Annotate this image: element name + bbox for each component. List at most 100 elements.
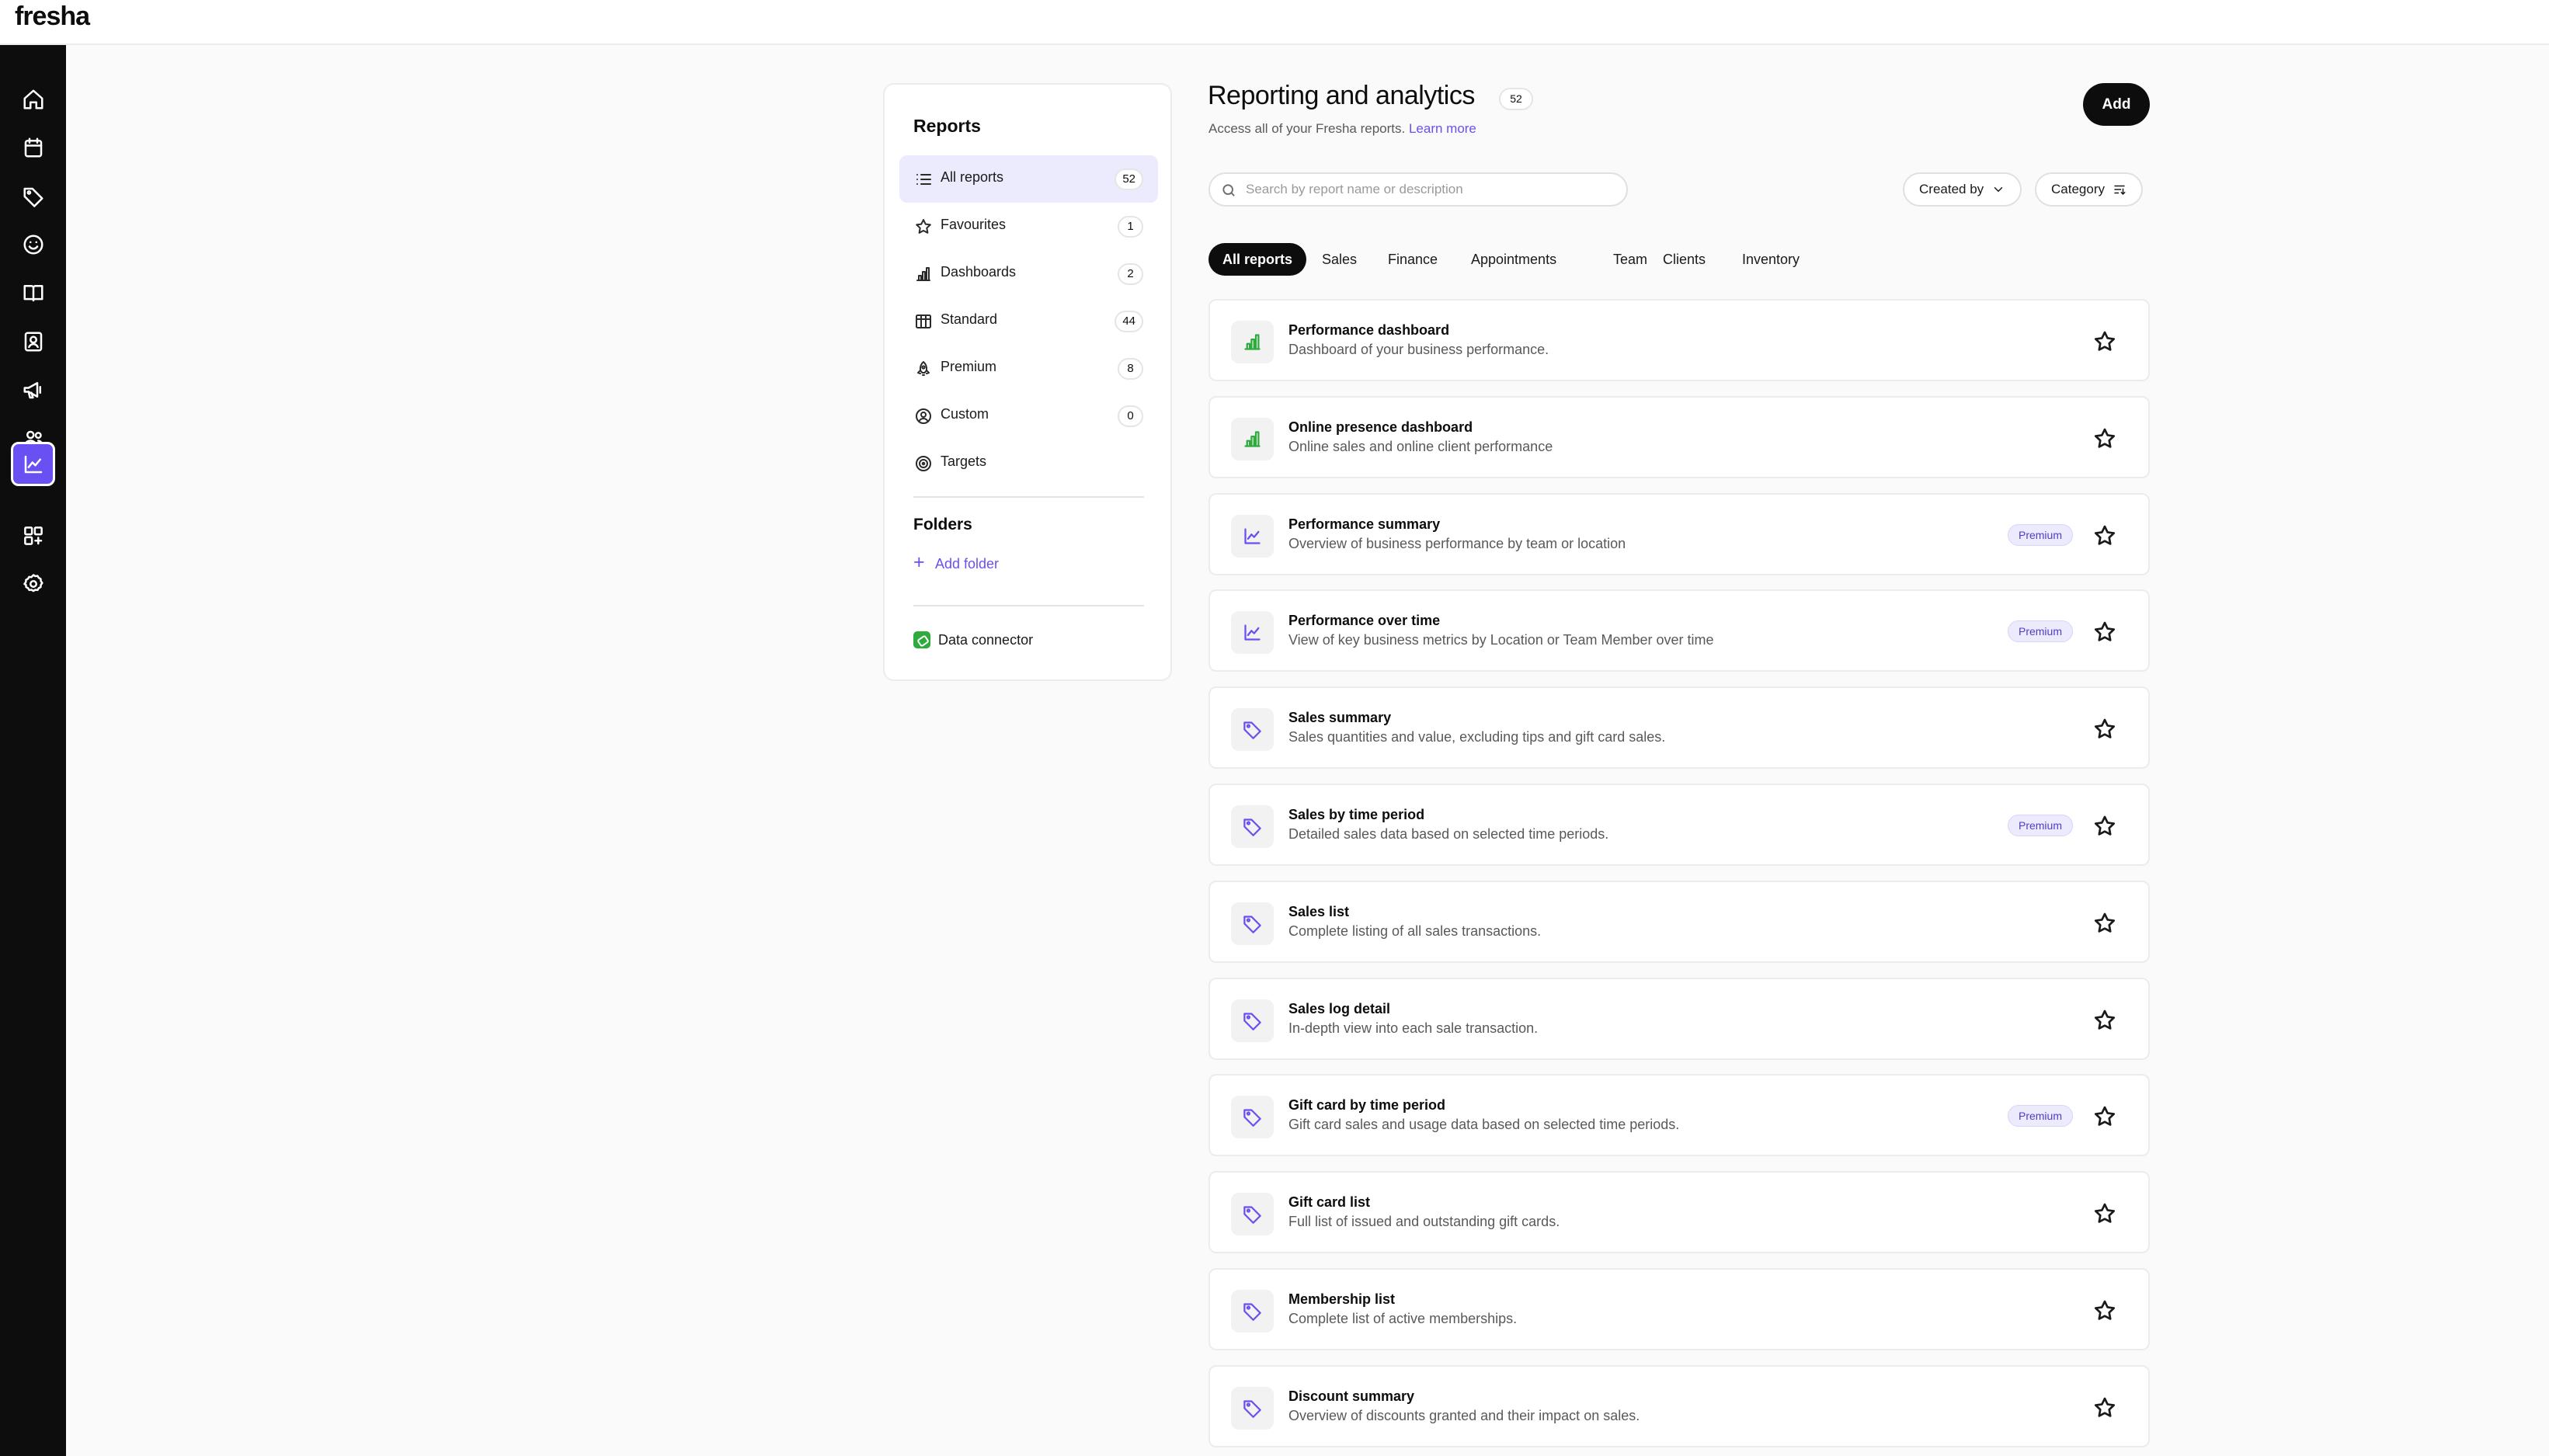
report-name: Sales by time period: [1288, 807, 1425, 822]
tab-all-reports[interactable]: All reports: [1208, 243, 1307, 276]
sidebar-item-count: 8: [1118, 358, 1143, 380]
tag-icon: [1231, 1290, 1274, 1333]
report-card[interactable]: Performance summary Overview of business …: [1208, 492, 2150, 575]
favourite-star-icon[interactable]: [2092, 329, 2117, 354]
filter-lines-icon: [2114, 185, 2126, 195]
plus-icon: +: [913, 551, 925, 573]
trend-line-icon: [1231, 611, 1274, 655]
report-name: Sales list: [1288, 903, 1350, 919]
chevron-down-icon: [1994, 187, 2003, 192]
sidebar-item-premium[interactable]: Premium 8: [899, 345, 1158, 392]
sidebar-item-dashboards[interactable]: Dashboards 2: [899, 250, 1158, 297]
report-description: Detailed sales data based on selected ti…: [1288, 826, 1609, 842]
report-card[interactable]: Membership list Complete list of active m…: [1208, 1268, 2150, 1350]
report-name: Performance summary: [1288, 516, 1441, 532]
report-description: View of key business metrics by Location…: [1288, 632, 1714, 648]
report-card[interactable]: Sales log detail In-depth view into each …: [1208, 977, 2150, 1060]
megaphone-icon[interactable]: [11, 367, 55, 412]
page-title: Reporting and analytics: [1208, 81, 1475, 110]
tab-clients[interactable]: Clients: [1649, 243, 1720, 276]
list-icon: [914, 170, 933, 189]
folders-heading: Folders: [913, 516, 972, 533]
report-description: Overview of discounts granted and their …: [1288, 1407, 1640, 1423]
premium-badge: Premium: [2007, 1105, 2073, 1128]
reports-nav-active[interactable]: [11, 442, 55, 486]
favourite-star-icon[interactable]: [2092, 1201, 2117, 1226]
tab-finance[interactable]: Finance: [1374, 243, 1452, 276]
report-description: Sales quantities and value, excluding ti…: [1288, 729, 1666, 745]
report-card[interactable]: Performance over time View of key busines…: [1208, 589, 2150, 672]
tab-sales[interactable]: Sales: [1308, 243, 1371, 276]
tag-icon: [1231, 805, 1274, 848]
report-card[interactable]: Discount summary Overview of discounts gr…: [1208, 1364, 2150, 1447]
sidebar-item-label: Favourites: [941, 217, 1007, 232]
favourite-star-icon[interactable]: [2092, 426, 2117, 451]
reports-count-badge: 52: [1499, 88, 1533, 110]
favourite-star-icon[interactable]: [2092, 1395, 2117, 1420]
tag-icon: [1231, 902, 1274, 945]
settings-icon[interactable]: [11, 561, 55, 606]
report-name: Discount summary: [1288, 1388, 1415, 1404]
book-icon[interactable]: [11, 270, 55, 314]
report-name: Gift card list: [1288, 1194, 1371, 1211]
search-input[interactable]: [1246, 180, 1611, 199]
tag-icon: [1231, 708, 1274, 752]
sidebar-title: Reports: [913, 116, 981, 136]
report-card[interactable]: Performance dashboard Dashboard of your b…: [1208, 299, 2150, 381]
sidebar-item-count: 1: [1118, 216, 1143, 238]
report-card[interactable]: Sales by time period Detailed sales data …: [1208, 784, 2150, 866]
sidebar-item-standard[interactable]: Standard 44: [899, 297, 1158, 345]
add-folder-link[interactable]: + Add folder: [913, 551, 999, 573]
favourite-star-icon[interactable]: [2092, 523, 2117, 548]
favourite-star-icon[interactable]: [2092, 911, 2117, 936]
star-icon: [914, 217, 933, 236]
learn-more-link[interactable]: Learn more: [1409, 121, 1476, 136]
search-box: [1208, 172, 1628, 207]
report-name: Online presence dashboard: [1288, 419, 1473, 435]
favourite-star-icon[interactable]: [2092, 717, 2117, 742]
sidebar-item-custom[interactable]: Custom 0: [899, 392, 1158, 440]
tag-icon: [1231, 1386, 1274, 1430]
sidebar-item-label: Standard: [941, 311, 998, 327]
target-icon: [914, 454, 933, 473]
contact-card-icon[interactable]: [11, 319, 55, 363]
smile-icon[interactable]: [11, 222, 55, 266]
report-name: Membership list: [1288, 1291, 1396, 1307]
fresha-logo[interactable]: fresha: [15, 2, 90, 32]
favourite-star-icon[interactable]: [2092, 1104, 2117, 1129]
calendar-icon[interactable]: [11, 125, 55, 169]
report-card[interactable]: Sales list Complete listing of all sales …: [1208, 880, 2150, 963]
tab-appointments[interactable]: Appointments: [1457, 243, 1570, 276]
category-filter[interactable]: Category: [2035, 172, 2143, 207]
report-card[interactable]: Gift card list Full list of issued and ou…: [1208, 1171, 2150, 1254]
created-by-filter[interactable]: Created by: [1903, 172, 2022, 207]
link-icon: [913, 631, 930, 648]
favourite-star-icon[interactable]: [2092, 1298, 2117, 1323]
sidebar-item-favourites[interactable]: Favourites 1: [899, 203, 1158, 250]
report-card[interactable]: Online presence dashboard Online sales an…: [1208, 395, 2150, 478]
add-apps-icon[interactable]: [11, 513, 55, 558]
tab-inventory[interactable]: Inventory: [1728, 243, 1814, 276]
sidebar-item-label: Dashboards: [941, 264, 1017, 280]
report-card[interactable]: Gift card by time period Gift card sales …: [1208, 1074, 2150, 1157]
sidebar-item-targets[interactable]: Targets: [899, 440, 1158, 487]
data-connector-link[interactable]: Data connector: [913, 631, 1033, 648]
page-subtitle: Access all of your Fresha reports. Learn…: [1208, 121, 1476, 137]
report-card[interactable]: Sales summary Sales quantities and value,…: [1208, 686, 2150, 770]
favourite-star-icon[interactable]: [2092, 814, 2117, 839]
add-button[interactable]: Add: [2083, 83, 2150, 126]
tag-icon: [1231, 1096, 1274, 1139]
tag-icon[interactable]: [11, 174, 55, 218]
tag-icon: [1231, 999, 1274, 1042]
rocket-icon: [914, 360, 933, 378]
report-description: Overview of business performance by team…: [1288, 535, 1626, 551]
sidebar-item-label: All reports: [941, 169, 1004, 185]
top-bar: fresha: [0, 0, 2549, 45]
sidebar-item-all-reports[interactable]: All reports 52: [899, 155, 1158, 203]
favourite-star-icon[interactable]: [2092, 1008, 2117, 1033]
bar-chart-icon: [1231, 321, 1274, 363]
report-name: Sales summary: [1288, 710, 1392, 726]
favourite-star-icon[interactable]: [2092, 620, 2117, 645]
home-icon[interactable]: [11, 77, 55, 121]
main-navigation-rail: [0, 45, 66, 1456]
